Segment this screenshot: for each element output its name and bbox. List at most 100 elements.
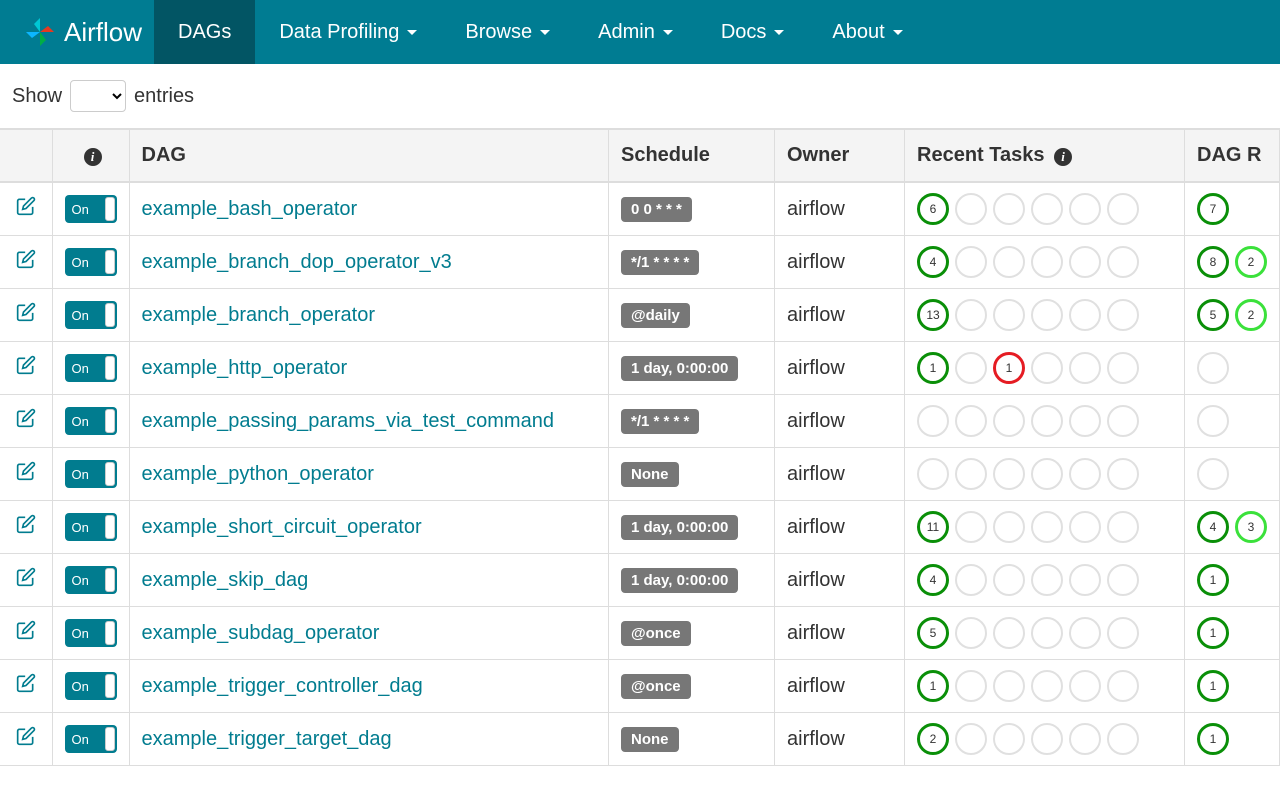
dag-link[interactable]: example_short_circuit_operator xyxy=(142,516,422,538)
task-status-circle[interactable] xyxy=(1031,193,1063,225)
task-status-circle[interactable] xyxy=(1031,670,1063,702)
task-status-circle[interactable] xyxy=(1031,564,1063,596)
dag-toggle[interactable]: On xyxy=(65,248,117,276)
nav-data-profiling[interactable]: Data Profiling xyxy=(255,0,441,64)
task-status-circle[interactable] xyxy=(993,617,1025,649)
task-status-circle[interactable] xyxy=(1107,352,1139,384)
run-status-circle[interactable]: 7 xyxy=(1197,193,1229,225)
task-status-circle[interactable]: 1 xyxy=(917,352,949,384)
dag-link[interactable]: example_http_operator xyxy=(142,357,348,379)
edit-icon[interactable] xyxy=(16,411,36,433)
task-status-circle[interactable] xyxy=(993,564,1025,596)
schedule-badge[interactable]: 1 day, 0:00:00 xyxy=(621,356,738,381)
task-status-circle[interactable] xyxy=(993,246,1025,278)
task-status-circle[interactable] xyxy=(1031,458,1063,490)
schedule-badge[interactable]: @daily xyxy=(621,303,690,328)
task-status-circle[interactable]: 6 xyxy=(917,193,949,225)
edit-icon[interactable] xyxy=(16,199,36,221)
edit-icon[interactable] xyxy=(16,570,36,592)
header-schedule[interactable]: Schedule xyxy=(609,129,775,182)
dag-toggle[interactable]: On xyxy=(65,672,117,700)
entries-select[interactable] xyxy=(70,80,126,112)
schedule-badge[interactable]: None xyxy=(621,462,679,487)
task-status-circle[interactable] xyxy=(1069,564,1101,596)
schedule-badge[interactable]: @once xyxy=(621,621,691,646)
schedule-badge[interactable]: 0 0 * * * xyxy=(621,197,692,222)
task-status-circle[interactable]: 1 xyxy=(917,670,949,702)
task-status-circle[interactable] xyxy=(917,458,949,490)
task-status-circle[interactable] xyxy=(1107,723,1139,755)
schedule-badge[interactable]: @once xyxy=(621,674,691,699)
task-status-circle[interactable] xyxy=(1069,458,1101,490)
header-owner[interactable]: Owner xyxy=(775,129,905,182)
dag-toggle[interactable]: On xyxy=(65,513,117,541)
task-status-circle[interactable] xyxy=(1107,299,1139,331)
edit-icon[interactable] xyxy=(16,464,36,486)
task-status-circle[interactable] xyxy=(1107,458,1139,490)
run-status-circle[interactable]: 3 xyxy=(1235,511,1267,543)
dag-toggle[interactable]: On xyxy=(65,725,117,753)
task-status-circle[interactable] xyxy=(1107,670,1139,702)
dag-link[interactable]: example_trigger_target_dag xyxy=(142,728,392,750)
edit-icon[interactable] xyxy=(16,676,36,698)
task-status-circle[interactable] xyxy=(955,352,987,384)
dag-toggle[interactable]: On xyxy=(65,195,117,223)
edit-icon[interactable] xyxy=(16,358,36,380)
run-status-circle[interactable]: 1 xyxy=(1197,617,1229,649)
task-status-circle[interactable] xyxy=(955,246,987,278)
task-status-circle[interactable] xyxy=(993,670,1025,702)
task-status-circle[interactable] xyxy=(955,193,987,225)
task-status-circle[interactable] xyxy=(955,723,987,755)
dag-toggle[interactable]: On xyxy=(65,301,117,329)
nav-dags[interactable]: DAGs xyxy=(154,0,255,64)
run-status-circle[interactable] xyxy=(1197,405,1229,437)
dag-toggle[interactable]: On xyxy=(65,566,117,594)
header-recent[interactable]: Recent Tasks i xyxy=(905,129,1185,182)
run-status-circle[interactable]: 4 xyxy=(1197,511,1229,543)
dag-link[interactable]: example_python_operator xyxy=(142,463,374,485)
task-status-circle[interactable] xyxy=(1069,246,1101,278)
run-status-circle[interactable]: 2 xyxy=(1235,246,1267,278)
task-status-circle[interactable]: 1 xyxy=(993,352,1025,384)
task-status-circle[interactable] xyxy=(1031,723,1063,755)
nav-docs[interactable]: Docs xyxy=(697,0,809,64)
task-status-circle[interactable] xyxy=(1069,352,1101,384)
header-dag[interactable]: DAG xyxy=(129,129,609,182)
dag-toggle[interactable]: On xyxy=(65,354,117,382)
dag-link[interactable]: example_branch_dop_operator_v3 xyxy=(142,251,452,273)
header-runs[interactable]: DAG R xyxy=(1185,129,1280,182)
schedule-badge[interactable]: */1 * * * * xyxy=(621,409,699,434)
task-status-circle[interactable] xyxy=(1107,405,1139,437)
task-status-circle[interactable] xyxy=(1069,511,1101,543)
task-status-circle[interactable] xyxy=(1069,723,1101,755)
task-status-circle[interactable] xyxy=(993,299,1025,331)
task-status-circle[interactable] xyxy=(1107,511,1139,543)
dag-link[interactable]: example_skip_dag xyxy=(142,569,309,591)
task-status-circle[interactable] xyxy=(1031,246,1063,278)
task-status-circle[interactable]: 4 xyxy=(917,246,949,278)
task-status-circle[interactable] xyxy=(955,299,987,331)
task-status-circle[interactable] xyxy=(1031,352,1063,384)
task-status-circle[interactable] xyxy=(1107,564,1139,596)
run-status-circle[interactable]: 1 xyxy=(1197,670,1229,702)
dag-link[interactable]: example_subdag_operator xyxy=(142,622,380,644)
task-status-circle[interactable] xyxy=(1031,617,1063,649)
task-status-circle[interactable]: 2 xyxy=(917,723,949,755)
task-status-circle[interactable]: 5 xyxy=(917,617,949,649)
task-status-circle[interactable] xyxy=(917,405,949,437)
task-status-circle[interactable] xyxy=(993,511,1025,543)
task-status-circle[interactable] xyxy=(1031,511,1063,543)
task-status-circle[interactable] xyxy=(955,617,987,649)
task-status-circle[interactable] xyxy=(955,564,987,596)
task-status-circle[interactable] xyxy=(1069,617,1101,649)
schedule-badge[interactable]: 1 day, 0:00:00 xyxy=(621,515,738,540)
edit-icon[interactable] xyxy=(16,729,36,751)
task-status-circle[interactable] xyxy=(1031,299,1063,331)
task-status-circle[interactable] xyxy=(955,458,987,490)
task-status-circle[interactable] xyxy=(1069,405,1101,437)
task-status-circle[interactable] xyxy=(955,511,987,543)
dag-toggle[interactable]: On xyxy=(65,407,117,435)
edit-icon[interactable] xyxy=(16,305,36,327)
brand-link[interactable]: Airflow xyxy=(12,16,154,48)
task-status-circle[interactable] xyxy=(1107,246,1139,278)
